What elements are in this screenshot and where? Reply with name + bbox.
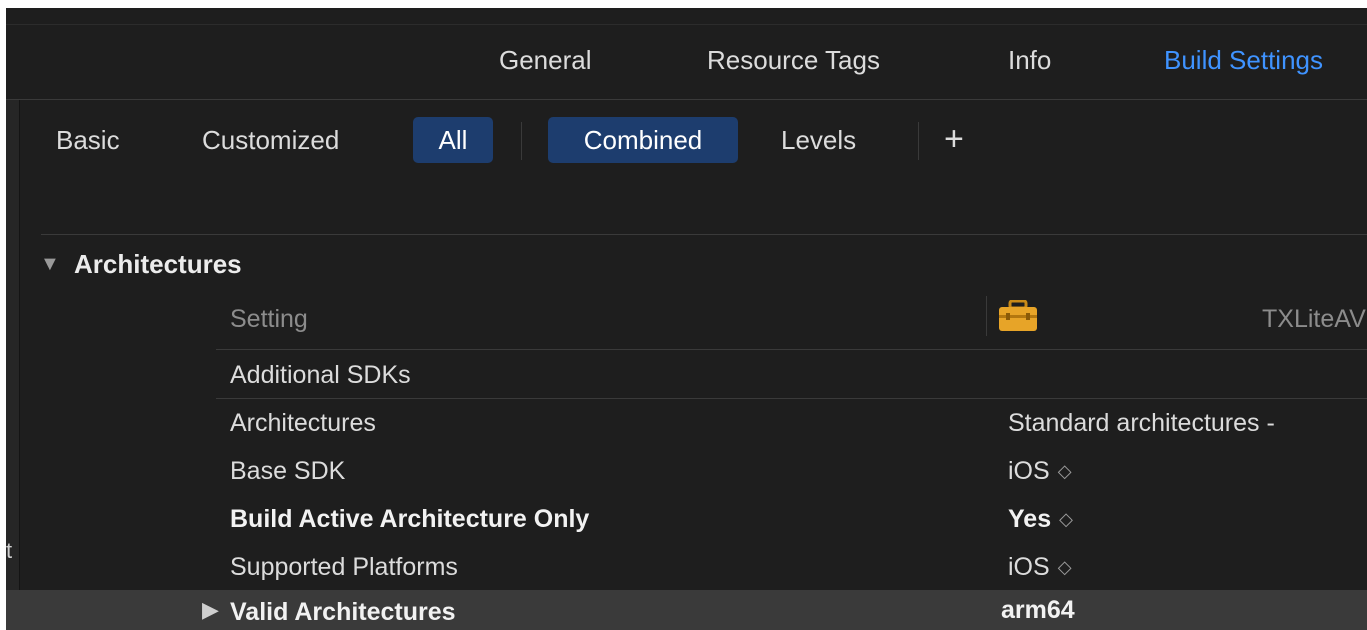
setting-name: Valid Architectures [230, 598, 456, 626]
tab-resource-tags[interactable]: Resource Tags [707, 45, 880, 76]
column-divider [986, 296, 987, 336]
setting-value-text: Yes [1008, 505, 1052, 533]
setting-name: Build Active Architecture Only [230, 505, 590, 533]
setting-value[interactable]: Yes ◇ [1008, 505, 1073, 534]
setting-name: Base SDK [230, 457, 346, 485]
setting-row[interactable]: Base SDK iOS ◇ [216, 448, 1367, 496]
add-setting-button[interactable]: + [944, 116, 964, 162]
setting-name: Architectures [230, 409, 376, 437]
setting-name: Additional SDKs [230, 361, 411, 389]
filter-bar: Basic Customized All Combined Levels + [6, 100, 1367, 180]
setting-row[interactable]: Architectures Standard architectures - [216, 400, 1367, 448]
top-strip [6, 8, 1367, 25]
setting-row-expandable[interactable]: ▶ Valid Architectures arm64 [6, 590, 1367, 630]
build-settings-window: General Resource Tags Info Build Setting… [6, 8, 1367, 630]
popup-stepper-icon[interactable]: ◇ [1059, 509, 1073, 529]
filter-divider [521, 122, 522, 160]
setting-value-text: iOS [1008, 553, 1050, 581]
basic-filter-button[interactable]: Basic [56, 117, 120, 163]
setting-name: Supported Platforms [230, 553, 458, 581]
tab-build-settings[interactable]: Build Settings [1164, 45, 1323, 76]
toolbox-icon [999, 300, 1037, 331]
expand-triangle-icon[interactable]: ▶ [202, 597, 219, 623]
setting-column-header: Setting [230, 305, 308, 333]
setting-value[interactable]: arm64 [1001, 596, 1075, 625]
target-column-header: TXLiteAVSDK_TRTC [1262, 305, 1367, 333]
row-divider [216, 349, 1367, 350]
filter-divider [918, 122, 919, 160]
section-title: Architectures [74, 249, 242, 279]
all-filter-button[interactable]: All [413, 117, 493, 163]
setting-value-text: iOS [1008, 457, 1050, 485]
combined-view-button[interactable]: Combined [548, 117, 738, 163]
column-header-row: Setting TXLiteAVSDK_TRTC [216, 296, 1367, 344]
setting-value[interactable]: iOS ◇ [1008, 457, 1072, 486]
collapse-triangle-icon[interactable]: ▼ [40, 253, 60, 276]
row-divider [216, 398, 1367, 399]
levels-view-button[interactable]: Levels [781, 117, 856, 163]
popup-stepper-icon[interactable]: ◇ [1058, 461, 1072, 481]
setting-row[interactable]: Additional SDKs [216, 352, 1367, 400]
section-divider [41, 234, 1367, 235]
navigator-fragment: t [6, 538, 13, 563]
setting-row[interactable]: Build Active Architecture Only Yes ◇ [216, 496, 1367, 544]
popup-stepper-icon[interactable]: ◇ [1058, 557, 1072, 577]
setting-value[interactable]: iOS ◇ [1008, 553, 1072, 582]
tab-info[interactable]: Info [1008, 45, 1051, 76]
tab-general[interactable]: General [499, 45, 592, 76]
setting-value[interactable]: Standard architectures - [1008, 409, 1275, 438]
setting-row[interactable]: Supported Platforms iOS ◇ [216, 544, 1367, 592]
editor-tab-bar: General Resource Tags Info Build Setting… [6, 25, 1367, 100]
customized-filter-button[interactable]: Customized [202, 117, 339, 163]
